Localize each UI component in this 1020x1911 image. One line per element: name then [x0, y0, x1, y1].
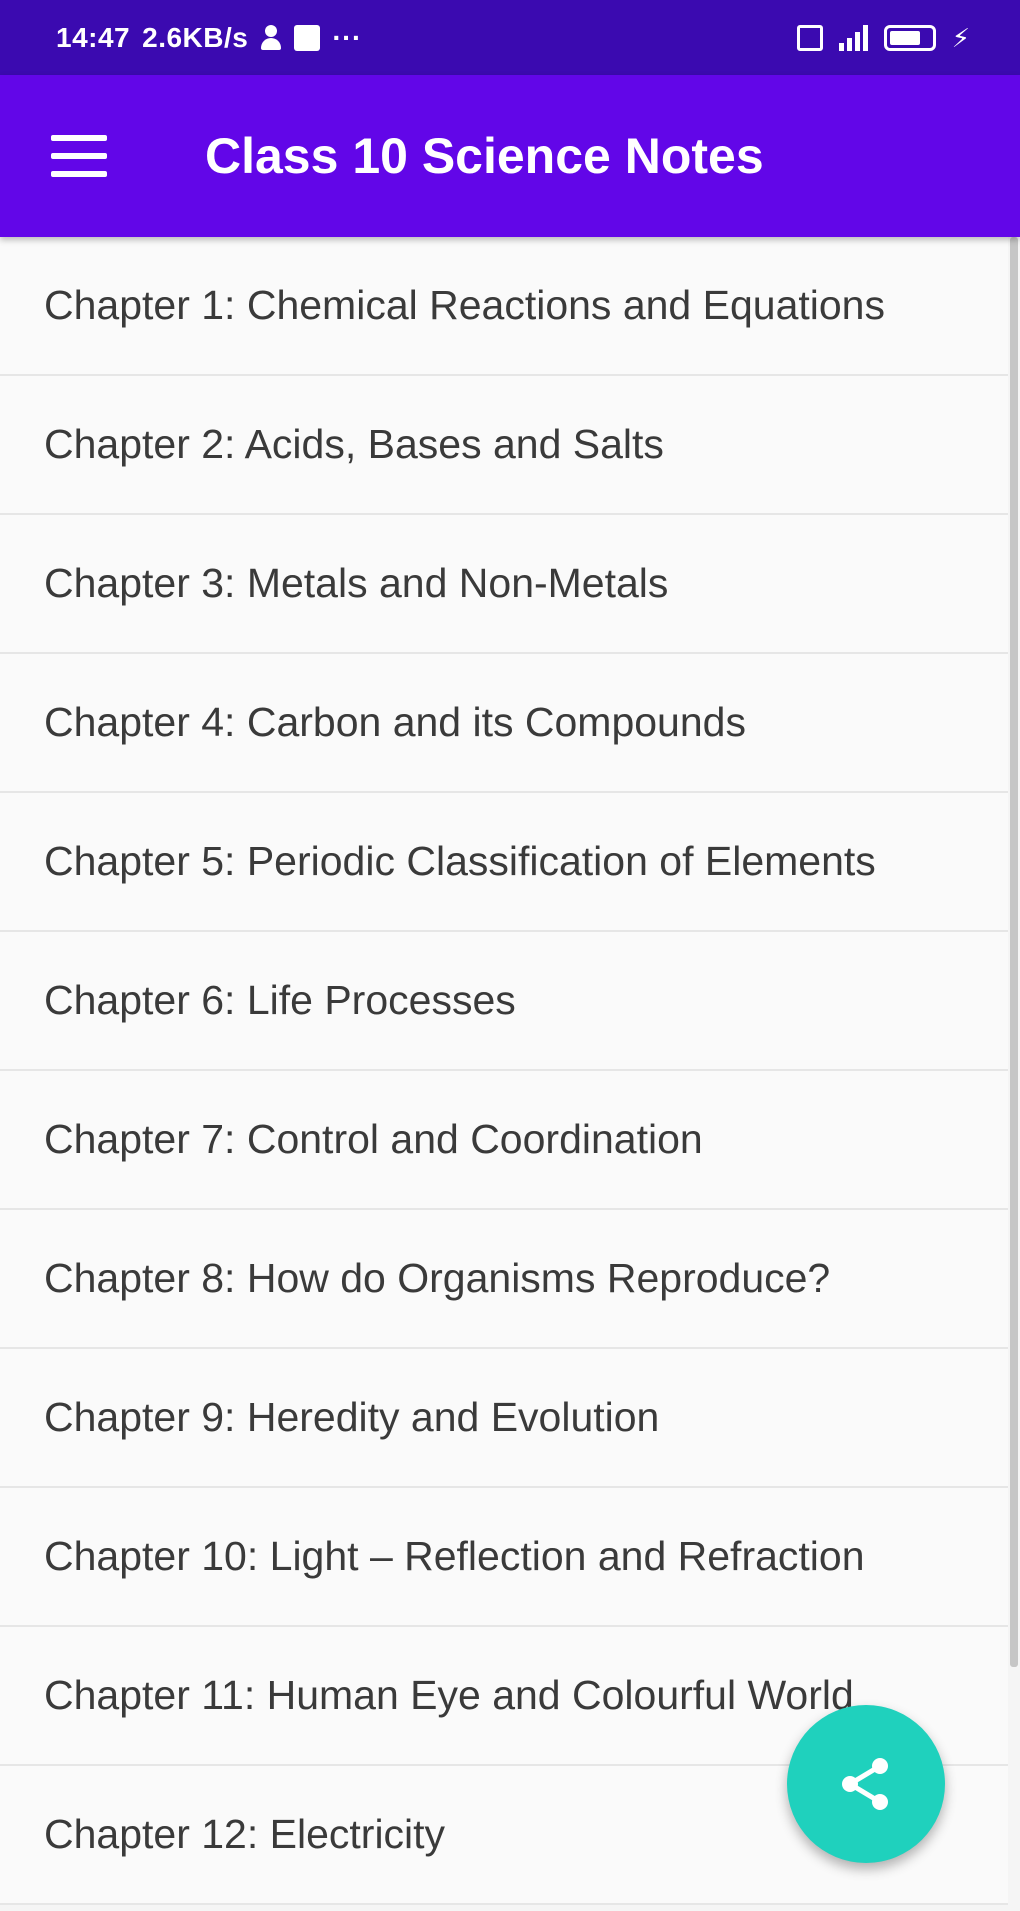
status-left: 14:47 2.6KB/s ···	[56, 22, 362, 54]
scrollbar[interactable]	[1010, 237, 1018, 1667]
chapter-item-3[interactable]: Chapter 3: Metals and Non-Metals	[0, 515, 1008, 654]
status-time: 14:47	[56, 21, 131, 53]
sim-icon	[796, 24, 823, 51]
chapter-item-1[interactable]: Chapter 1: Chemical Reactions and Equati…	[0, 237, 1008, 376]
status-network-speed: 2.6KB/s	[142, 21, 249, 53]
app-title: Class 10 Science Notes	[205, 128, 764, 184]
person-icon	[260, 24, 282, 51]
chapter-list: Chapter 1: Chemical Reactions and Equati…	[0, 237, 1008, 1905]
hamburger-menu-icon	[51, 135, 107, 177]
notification-icon	[294, 24, 321, 51]
app-bar: Class 10 Science Notes	[0, 75, 1020, 237]
share-icon	[842, 1758, 888, 1810]
chapter-item-5[interactable]: Chapter 5: Periodic Classification of El…	[0, 793, 1008, 932]
chapter-item-7[interactable]: Chapter 7: Control and Coordination	[0, 1071, 1008, 1210]
chapter-item-8[interactable]: Chapter 8: How do Organisms Reproduce?	[0, 1210, 1008, 1349]
status-bar: 14:47 2.6KB/s ··· ⚡	[0, 0, 1020, 75]
charging-icon: ⚡	[951, 22, 970, 53]
status-right: ⚡	[796, 22, 970, 53]
menu-button[interactable]	[14, 75, 144, 237]
chapter-item-9[interactable]: Chapter 9: Heredity and Evolution	[0, 1349, 1008, 1488]
battery-icon	[883, 24, 936, 51]
signal-icon	[838, 24, 868, 51]
chapter-item-4[interactable]: Chapter 4: Carbon and its Compounds	[0, 654, 1008, 793]
chapter-item-10[interactable]: Chapter 10: Light – Reflection and Refra…	[0, 1488, 1008, 1627]
more-notifications-icon: ···	[332, 21, 362, 53]
chapter-item-6[interactable]: Chapter 6: Life Processes	[0, 932, 1008, 1071]
share-fab-button[interactable]	[787, 1705, 945, 1863]
chapter-item-2[interactable]: Chapter 2: Acids, Bases and Salts	[0, 376, 1008, 515]
